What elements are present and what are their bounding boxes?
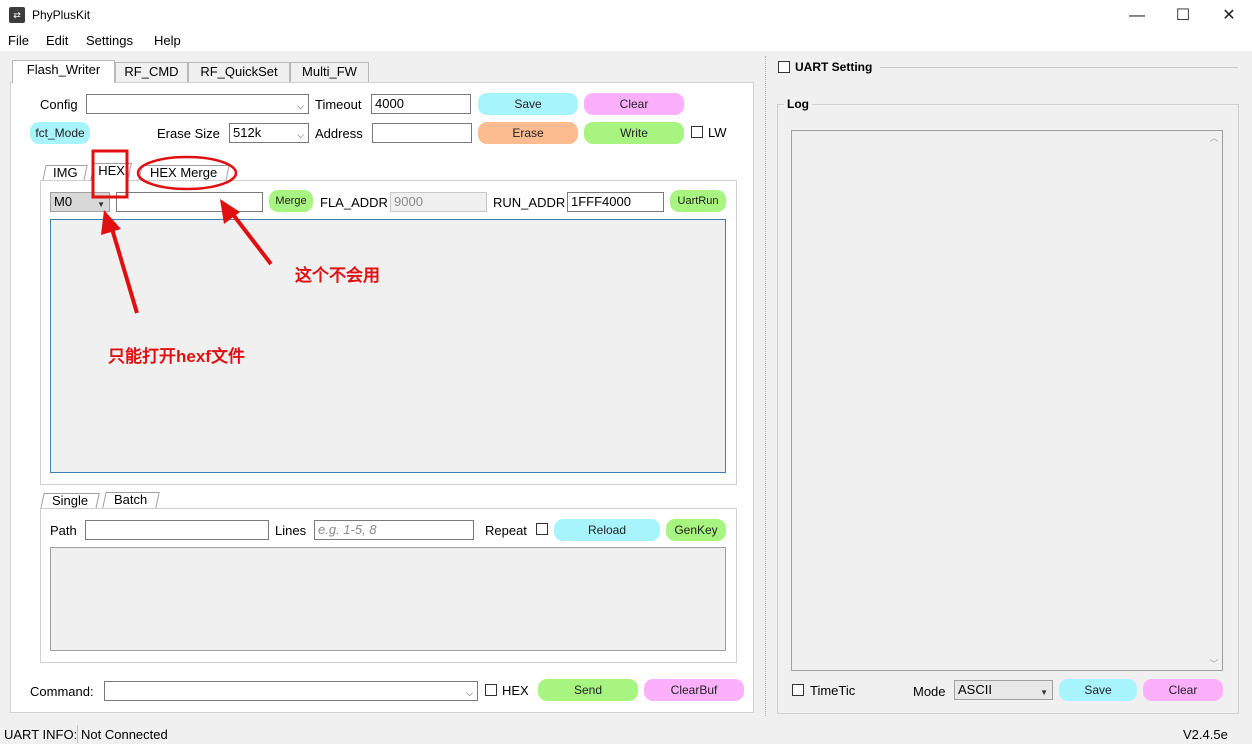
save-button[interactable]: Save [478, 93, 578, 115]
tab-batch[interactable]: Batch [102, 492, 160, 508]
reload-button[interactable]: Reload [554, 519, 660, 541]
erase-button[interactable]: Erase [478, 122, 578, 144]
log-save-button[interactable]: Save [1059, 679, 1137, 701]
tab-rf-quickset[interactable]: RF_QuickSet [188, 62, 290, 82]
chevron-down-icon: ⌵ [297, 101, 304, 111]
command-label: Command: [30, 684, 94, 699]
chevron-down-icon: ⌵ [466, 688, 473, 698]
lines-input[interactable]: e.g. 1-5, 8 [314, 520, 474, 540]
mode-value: ASCII [958, 682, 992, 697]
run-addr-input[interactable]: 1FFF4000 [567, 192, 664, 212]
repeat-label: Repeat [485, 523, 527, 538]
hex-note-annotation: 只能打开hexf文件 [108, 347, 245, 366]
core-value: M0 [54, 194, 73, 209]
command-combo[interactable]: ⌵ [104, 681, 478, 701]
merge-button[interactable]: Merge [269, 190, 313, 212]
path-label: Path [50, 523, 77, 538]
close-button[interactable]: ✕ [1206, 0, 1252, 31]
status-bar: UART INFO: Not Connected V2.4.5e [0, 724, 1252, 744]
timetic-label: TimeTic [810, 683, 856, 698]
log-clear-button[interactable]: Clear [1143, 679, 1223, 701]
repeat-checkbox[interactable] [536, 523, 548, 535]
menu-settings[interactable]: Settings [86, 33, 133, 48]
tab-multi-fw[interactable]: Multi_FW [290, 62, 369, 82]
timeout-label: Timeout [315, 97, 362, 112]
mode-label: Mode [913, 684, 946, 699]
batch-content-area[interactable] [50, 547, 726, 651]
merge-note-annotation: 这个不会用 [295, 266, 380, 285]
clear-button[interactable]: Clear [584, 93, 684, 115]
config-label: Config [40, 97, 78, 112]
subtab-img[interactable]: IMG [42, 165, 88, 181]
status-divider [77, 725, 78, 743]
caret-down-icon: ▼ [97, 200, 105, 209]
log-scrollbar[interactable]: ︿ ﹀ [1206, 131, 1222, 670]
fla-addr-label: FLA_ADDR [320, 195, 388, 210]
app-icon: ⇄ [9, 7, 25, 23]
fla-addr-input[interactable]: 9000 [390, 192, 487, 212]
run-addr-label: RUN_ADDR [493, 195, 566, 210]
clearbuf-button[interactable]: ClearBuf [644, 679, 744, 701]
lines-label: Lines [275, 523, 307, 538]
menu-help[interactable]: Help [154, 33, 181, 48]
lw-label: LW [708, 125, 727, 140]
erase-size-value: 512k [233, 125, 262, 140]
core-combo[interactable]: M0 ▼ [50, 192, 110, 212]
address-label: Address [315, 126, 363, 141]
mode-combo[interactable]: ASCII ▼ [954, 680, 1053, 700]
path-input[interactable] [85, 520, 269, 540]
log-content-area[interactable]: ︿ ﹀ [791, 130, 1223, 671]
timeout-input[interactable]: 4000 [371, 94, 471, 114]
timetic-checkbox[interactable] [792, 684, 804, 696]
genkey-button[interactable]: GenKey [666, 519, 726, 541]
version-label: V2.4.5e [1183, 727, 1228, 742]
lw-checkbox[interactable] [691, 126, 703, 138]
menu-bar: File Edit Settings Help [0, 31, 1252, 51]
tab-single[interactable]: Single [40, 493, 100, 509]
tab-rf-cmd[interactable]: RF_CMD [115, 62, 188, 82]
send-button[interactable]: Send [538, 679, 638, 701]
hex-checkbox-label: HEX [502, 683, 529, 698]
maximize-button[interactable]: ☐ [1160, 0, 1206, 31]
minimize-button[interactable]: — [1114, 0, 1160, 31]
menu-edit[interactable]: Edit [46, 33, 68, 48]
config-combo[interactable]: ⌵ [86, 94, 309, 114]
tab-flash-writer[interactable]: Flash_Writer [12, 60, 115, 83]
title-bar: ⇄ PhyPlusKit — ☐ ✕ [0, 0, 1252, 31]
connection-status: Not Connected [81, 727, 168, 742]
uart-setting-label: UART Setting [792, 60, 876, 74]
hex-checkbox[interactable] [485, 684, 497, 696]
panel-splitter[interactable] [765, 56, 766, 716]
menu-file[interactable]: File [8, 33, 29, 48]
uart-setting-checkbox[interactable] [778, 61, 790, 73]
subtab-hex-merge[interactable]: HEX Merge [138, 165, 230, 181]
fct-mode-button[interactable]: fct_Mode [30, 122, 90, 144]
caret-down-icon: ▼ [1040, 688, 1048, 697]
window-title: PhyPlusKit [32, 8, 91, 22]
log-label: Log [784, 97, 812, 111]
scroll-up-icon[interactable]: ︿ [1206, 131, 1222, 144]
address-input[interactable] [372, 123, 472, 143]
hex-file-input[interactable] [116, 192, 263, 212]
chevron-down-icon: ⌵ [297, 130, 304, 140]
erase-size-combo[interactable]: 512k ⌵ [229, 123, 309, 143]
scroll-down-icon[interactable]: ﹀ [1206, 657, 1222, 670]
uartrun-button[interactable]: UartRun [670, 190, 726, 212]
write-button[interactable]: Write [584, 122, 684, 144]
uart-info-label: UART INFO: [4, 727, 78, 742]
subtab-hex[interactable]: HEX [90, 163, 132, 181]
uart-setting-divider [880, 67, 1238, 68]
erase-size-label: Erase Size [157, 126, 220, 141]
